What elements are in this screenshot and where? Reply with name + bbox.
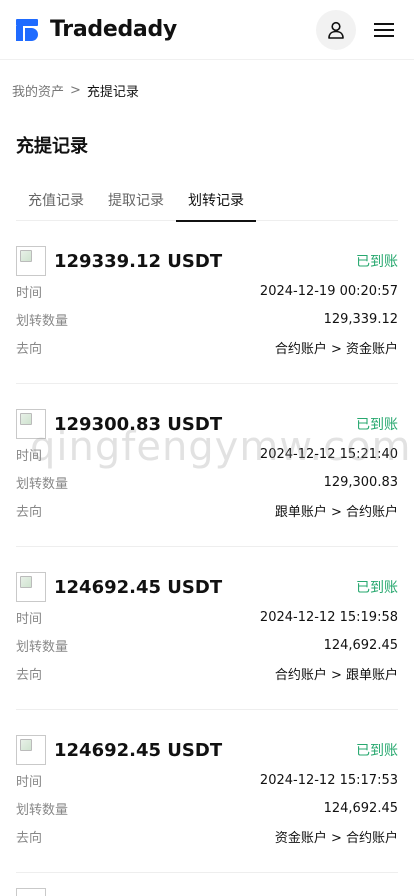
status-badge: 已到账 [356, 580, 398, 596]
transfer-record-list: 129339.12 USDT 已到账 时间 2024-12-19 00:20:57… [0, 221, 414, 873]
page-title: 充提记录 [16, 136, 88, 157]
tab-deposit-records[interactable]: 充值记录 [16, 178, 96, 221]
time-value: 2024-12-12 15:21:40 [259, 446, 398, 462]
direction-label: 去向 [16, 830, 43, 846]
list-item[interactable]: 129300.83 USDT 已到账 时间 2024-12-12 15:21:40… [16, 384, 398, 547]
breadcrumb-parent[interactable]: 我的资产 [12, 81, 64, 100]
brand-name: Tradedady [50, 17, 177, 42]
time-label: 时间 [16, 285, 43, 301]
time-label: 时间 [16, 448, 43, 464]
breadcrumb: 我的资产 > 充提记录 [0, 60, 414, 120]
quantity-label: 划转数量 [16, 476, 69, 492]
time-value: 2024-12-12 15:19:58 [259, 609, 398, 625]
direction-value: 资金账户 > 合约账户 [274, 830, 398, 846]
chevron-right-icon: > [70, 82, 81, 98]
time-label: 时间 [16, 611, 43, 627]
time-label: 时间 [16, 774, 43, 790]
coin-image [16, 572, 46, 602]
status-badge: 已到账 [356, 417, 398, 433]
tab-withdraw-records[interactable]: 提取记录 [96, 178, 176, 221]
direction-value: 合约账户 > 资金账户 [274, 341, 398, 357]
brand[interactable]: Tradedady [16, 17, 177, 43]
tab-transfer-records[interactable]: 划转记录 [176, 178, 256, 222]
time-value: 2024-12-19 00:20:57 [259, 283, 398, 299]
breadcrumb-current: 充提记录 [86, 84, 139, 100]
header-actions [316, 9, 398, 50]
quantity-value: 129,339.12 [323, 311, 398, 327]
status-badge: 已到账 [356, 254, 398, 270]
hamburger-menu-icon [374, 22, 394, 37]
time-value: 2024-12-12 15:17:53 [259, 772, 398, 788]
top-header: Tradedady [0, 0, 414, 60]
direction-value: 跟单账户 > 合约账户 [274, 504, 398, 520]
tradedady-logo-icon [16, 17, 42, 43]
user-icon [328, 21, 344, 39]
transfer-amount: 129339.12 USDT [54, 250, 223, 272]
list-item[interactable]: 124692.45 USDT 已到账 时间 2024-12-12 15:17:53… [16, 710, 398, 873]
list-item[interactable]: 129339.12 USDT 已到账 时间 2024-12-19 00:20:57… [16, 221, 398, 384]
quantity-value: 124,692.45 [323, 800, 398, 816]
user-button[interactable] [316, 9, 356, 50]
transfer-amount: 124692.45 USDT [54, 576, 223, 598]
direction-label: 去向 [16, 341, 43, 357]
coin-image [16, 409, 46, 439]
transfer-amount: 124692.45 USDT [54, 739, 223, 761]
transfer-amount: 129300.83 USDT [54, 413, 223, 435]
quantity-label: 划转数量 [16, 313, 69, 329]
direction-value: 合约账户 > 跟单账户 [274, 667, 398, 683]
quantity-value: 129,300.83 [323, 474, 398, 490]
quantity-value: 124,692.45 [323, 637, 398, 653]
record-tabs: 充值记录 提取记录 划转记录 [16, 178, 398, 222]
direction-label: 去向 [16, 667, 43, 683]
direction-label: 去向 [16, 504, 43, 520]
coin-image [16, 246, 46, 276]
coin-image [16, 888, 46, 896]
status-badge: 已到账 [356, 743, 398, 759]
list-item[interactable]: 124692.45 USDT 已到账 时间 2024-12-12 15:19:58… [16, 547, 398, 710]
quantity-label: 划转数量 [16, 639, 69, 655]
quantity-label: 划转数量 [16, 802, 69, 818]
menu-button[interactable] [370, 16, 398, 44]
coin-image [16, 735, 46, 765]
